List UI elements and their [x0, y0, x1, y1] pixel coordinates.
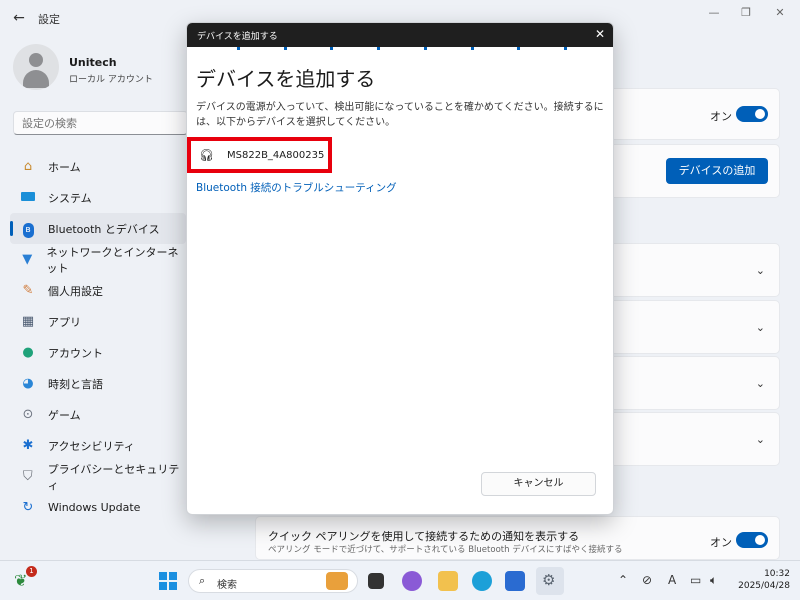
quick-pairing-toggle[interactable] [736, 532, 768, 548]
sidebar-item-time-language[interactable]: ◕ 時刻と言語 [10, 368, 186, 399]
sidebar-item-label: アカウント [48, 346, 103, 360]
sidebar-item-accessibility[interactable]: ✱ アクセシビリティ [10, 430, 186, 461]
search-input[interactable] [14, 112, 174, 134]
sidebar-item-label: アクセシビリティ [48, 439, 135, 453]
sidebar-item-windows-update[interactable]: ↻ Windows Update [10, 492, 186, 523]
sidebar-item-label: システム [48, 191, 92, 205]
apps-icon: ▦ [21, 313, 35, 329]
profile-name: Unitech [69, 56, 117, 69]
device-list-item[interactable]: 🎧︎ MS822B_4A800235 [187, 137, 332, 173]
start-icon[interactable] [158, 571, 178, 591]
chevron-down-icon: ⌄ [755, 377, 765, 390]
taskbar-search-label: 検索 [217, 580, 237, 591]
chevron-down-icon: ⌄ [755, 264, 765, 277]
sidebar-item-privacy[interactable]: ⛉ プライバシーとセキュリティ [10, 461, 186, 492]
copilot-icon[interactable] [402, 571, 422, 591]
time: 10:32 [764, 569, 790, 579]
chevron-down-icon: ⌄ [755, 433, 765, 446]
profile: Unitech ローカル アカウント [13, 44, 213, 92]
settings-taskbar-item[interactable]: ⚙ [536, 567, 564, 595]
update-icon: ↻ [22, 499, 34, 515]
chevron-up-icon[interactable]: ⌃ [618, 573, 628, 587]
notification-badge: 1 [26, 566, 37, 577]
sidebar-item-personalization[interactable]: ✎ 個人用設定 [10, 275, 186, 306]
taskbar: ❦ 1 ⌕ 検索 ⚙ ⌃ ⊘ A ▭ 🔈︎ 10:32 2025/04/28 [0, 560, 800, 600]
dialog-title-bar: デバイスを追加する ✕ [187, 23, 613, 47]
date: 2025/04/28 [738, 581, 790, 591]
gear-icon: ⚙ [542, 571, 556, 589]
sidebar-item-label: ゲーム [48, 408, 81, 422]
sidebar-item-gaming[interactable]: ⊙ ゲーム [10, 399, 186, 430]
brush-icon: ✎ [22, 282, 34, 298]
bluetooth-state-label: オン [710, 110, 732, 123]
headset-icon: 🎧︎ [199, 148, 215, 162]
wifi-icon: ▼ [22, 251, 33, 267]
sidebar-item-label: ネットワークとインターネット [46, 245, 179, 275]
sidebar-item-system[interactable]: システム [10, 182, 186, 213]
sidebar-item-label: プライバシーとセキュリティ [47, 462, 180, 492]
app-title: 設定 [38, 13, 60, 26]
sidebar-item-accounts[interactable]: ● アカウント [10, 337, 186, 368]
home-icon: ⌂ [23, 158, 33, 174]
ime-indicator[interactable]: A [668, 573, 676, 587]
sidebar-item-label: Bluetooth とデバイス [48, 222, 160, 236]
volume-icon[interactable]: 🔈︎ [710, 573, 717, 588]
sidebar-nav: ⌂ ホーム システム ʙ Bluetooth とデバイス ▼ ネットワークとイン… [10, 151, 186, 523]
add-device-dialog: デバイスを追加する ✕ デバイスを追加する デバイスの電源が入っていて、検出可能… [186, 22, 614, 515]
shield-icon: ⛉ [22, 468, 33, 484]
back-arrow-icon[interactable]: ← [10, 9, 28, 27]
edge-icon[interactable] [472, 571, 492, 591]
display-icon[interactable]: ▭ [690, 573, 701, 587]
add-device-button[interactable]: デバイスの追加 [666, 158, 768, 184]
bluetooth-icon: ʙ [20, 221, 36, 238]
sidebar-item-apps[interactable]: ▦ アプリ [10, 306, 186, 337]
sidebar-item-label: 個人用設定 [48, 284, 103, 298]
dialog-description: デバイスの電源が入っていて、検出可能になっていることを確かめてください。接続する… [196, 102, 604, 128]
sidebar-item-label: 時刻と言語 [48, 377, 103, 391]
maximize-icon[interactable]: ❐ [732, 4, 760, 22]
bluetooth-toggle[interactable] [736, 106, 768, 122]
close-icon[interactable]: ✕ [766, 4, 794, 22]
globe-icon: ◕ [22, 375, 34, 391]
sidebar-item-network[interactable]: ▼ ネットワークとインターネット [10, 244, 186, 275]
minimize-icon[interactable]: — [700, 4, 728, 22]
sidebar-item-bluetooth[interactable]: ʙ Bluetooth とデバイス [10, 213, 186, 244]
profile-account-type: ローカル アカウント [69, 75, 153, 85]
sidebar-item-home[interactable]: ⌂ ホーム [10, 151, 186, 182]
quick-pairing-subtitle: ペアリング モードで近づけて、サポートされている Bluetooth デバイスに… [268, 545, 623, 555]
sidebar-item-label: Windows Update [48, 501, 141, 514]
gamepad-icon: ⊙ [22, 406, 34, 422]
quick-pairing-title: クイック ペアリングを使用して接続するための通知を表示する [268, 530, 580, 543]
close-icon[interactable]: ✕ [595, 27, 605, 41]
chevron-down-icon: ⌄ [755, 321, 765, 334]
device-name: MS822B_4A800235 [227, 149, 325, 161]
store-icon[interactable] [505, 571, 525, 591]
dialog-heading: デバイスを追加する [196, 67, 376, 91]
network-off-icon[interactable]: ⊘ [642, 573, 652, 587]
task-view-icon[interactable] [368, 573, 384, 589]
system-icon [20, 190, 36, 206]
dialog-window-title: デバイスを追加する [197, 32, 278, 42]
settings-search[interactable] [13, 111, 188, 135]
search-highlight-icon[interactable] [326, 572, 348, 590]
clock[interactable]: 10:32 2025/04/28 [736, 568, 790, 592]
sidebar-item-label: アプリ [48, 315, 81, 329]
avatar [13, 44, 59, 90]
cancel-button[interactable]: キャンセル [481, 472, 596, 496]
file-explorer-icon[interactable] [438, 571, 458, 591]
searching-progress [237, 47, 567, 50]
account-icon: ● [22, 344, 34, 360]
search-icon: ⌕ [199, 574, 206, 587]
sidebar-item-label: ホーム [48, 160, 81, 174]
troubleshoot-link[interactable]: Bluetooth 接続のトラブルシューティング [196, 180, 397, 195]
accessibility-icon: ✱ [22, 437, 34, 453]
quick-pairing-state-label: オン [710, 536, 732, 549]
